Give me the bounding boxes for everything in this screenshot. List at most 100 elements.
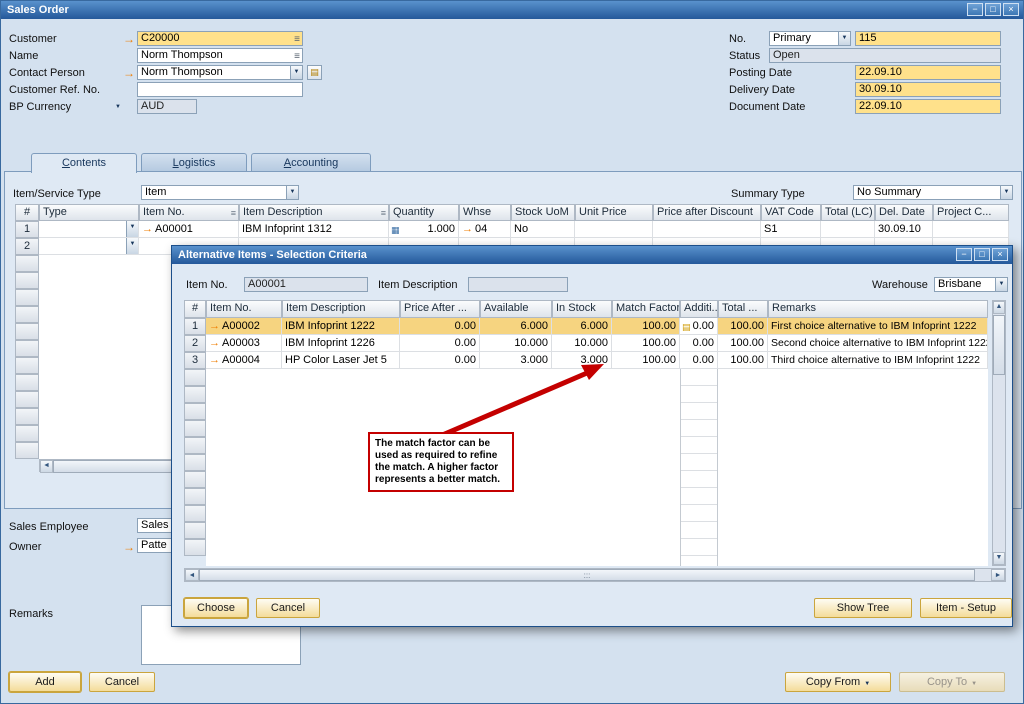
owner-link-arrow-icon[interactable]: → bbox=[123, 540, 136, 554]
whse-cell[interactable]: → 04 bbox=[459, 221, 511, 238]
item-description-cell[interactable]: IBM Infoprint 1312 bbox=[239, 221, 389, 238]
chevron-down-icon[interactable]: ▼ bbox=[126, 221, 138, 237]
dialog-v-scrollbar[interactable]: ▲ ▼ bbox=[992, 300, 1006, 566]
dialog-h-scrollbar[interactable]: ◄ ::: ► bbox=[184, 568, 1006, 582]
del-date-cell[interactable]: 30.09.10 bbox=[875, 221, 933, 238]
dialog-titlebar[interactable]: Alternative Items - Selection Criteria bbox=[172, 246, 1012, 264]
remarks-cell[interactable]: First choice alternative to IBM Infoprin… bbox=[768, 318, 988, 335]
empty-row-header[interactable] bbox=[184, 505, 206, 522]
link-arrow-icon[interactable]: → bbox=[209, 354, 220, 366]
empty-row-header[interactable] bbox=[15, 391, 39, 408]
empty-row-header[interactable] bbox=[15, 323, 39, 340]
scroll-left-icon[interactable]: ◄ bbox=[185, 569, 199, 581]
scroll-left-icon[interactable]: ◄ bbox=[40, 460, 53, 473]
choose-from-list-icon[interactable]: ≡ bbox=[294, 33, 300, 45]
document-date-input[interactable]: 22.09.10 bbox=[855, 99, 1001, 114]
scroll-right-icon[interactable]: ► bbox=[991, 569, 1005, 581]
empty-row-header[interactable] bbox=[15, 408, 39, 425]
match-factor-cell[interactable]: 100.00 bbox=[612, 318, 680, 335]
maximize-icon[interactable]: □ bbox=[985, 3, 1001, 16]
type-cell[interactable]: ▼ bbox=[39, 238, 139, 255]
bp-currency-dropdown-icon[interactable]: ▼ bbox=[115, 104, 121, 110]
customer-link-arrow-icon[interactable]: → bbox=[123, 32, 136, 46]
chevron-down-icon[interactable]: ▼ bbox=[126, 238, 138, 254]
in-stock-cell[interactable]: 10.000 bbox=[552, 335, 612, 352]
window-titlebar[interactable]: Sales Order bbox=[1, 1, 1023, 19]
item-description-cell[interactable]: IBM Infoprint 1222 bbox=[282, 318, 400, 335]
empty-row-header[interactable] bbox=[184, 522, 206, 539]
stock-uom-cell[interactable]: No bbox=[511, 221, 575, 238]
close-icon[interactable]: × bbox=[1003, 3, 1019, 16]
empty-row-header[interactable] bbox=[184, 437, 206, 454]
item-service-type-select[interactable]: Item ▼ bbox=[141, 185, 299, 200]
match-factor-cell[interactable]: 100.00 bbox=[612, 335, 680, 352]
item-no-cell[interactable]: → A00003 bbox=[206, 335, 282, 352]
total-cell[interactable]: 100.00 bbox=[718, 352, 768, 369]
quantity-grid-icon[interactable]: ▦ bbox=[391, 222, 400, 237]
tab-accounting[interactable]: Accounting bbox=[251, 153, 371, 172]
project-cell[interactable] bbox=[933, 221, 1009, 238]
chevron-down-icon[interactable]: ▼ bbox=[995, 278, 1007, 291]
tab-contents[interactable]: Contents bbox=[31, 153, 137, 173]
close-icon[interactable]: × bbox=[992, 248, 1008, 261]
additional-cell[interactable]: ▤ 0.00 bbox=[680, 318, 718, 335]
item-no-cell[interactable]: → A00002 bbox=[206, 318, 282, 335]
minimize-icon[interactable]: − bbox=[967, 3, 983, 16]
available-cell[interactable]: 3.000 bbox=[480, 352, 552, 369]
warehouse-select[interactable]: Brisbane ▼ bbox=[934, 277, 1008, 292]
remarks-cell[interactable]: Third choice alternative to IBM Infoprin… bbox=[768, 352, 988, 369]
empty-row-header[interactable] bbox=[184, 539, 206, 556]
delivery-date-input[interactable]: 30.09.10 bbox=[855, 82, 1001, 97]
vat-code-cell[interactable]: S1 bbox=[761, 221, 821, 238]
scrollbar-thumb[interactable]: ::: bbox=[199, 569, 975, 581]
unit-price-cell[interactable] bbox=[575, 221, 653, 238]
empty-row-header[interactable] bbox=[184, 403, 206, 420]
contact-link-arrow-icon[interactable]: → bbox=[123, 66, 136, 80]
copy-from-button[interactable]: Copy From ▼ bbox=[785, 672, 891, 692]
empty-row-header[interactable] bbox=[15, 425, 39, 442]
item-description-cell[interactable]: HP Color Laser Jet 5 bbox=[282, 352, 400, 369]
add-button[interactable]: Add bbox=[9, 672, 81, 692]
item-description-cell[interactable]: IBM Infoprint 1226 bbox=[282, 335, 400, 352]
maximize-icon[interactable]: □ bbox=[974, 248, 990, 261]
choose-from-list-icon[interactable]: ≡ bbox=[294, 50, 300, 62]
note-icon[interactable]: ▤ bbox=[682, 319, 691, 334]
chevron-down-icon[interactable]: ▼ bbox=[1000, 186, 1012, 199]
link-arrow-icon[interactable]: → bbox=[142, 223, 153, 235]
empty-row-header[interactable] bbox=[184, 386, 206, 403]
available-cell[interactable]: 10.000 bbox=[480, 335, 552, 352]
cancel-button[interactable]: Cancel bbox=[89, 672, 155, 692]
empty-row-header[interactable] bbox=[15, 442, 39, 459]
link-arrow-icon[interactable]: → bbox=[462, 223, 473, 235]
empty-row-header[interactable] bbox=[184, 454, 206, 471]
contact-details-icon[interactable]: ▤ bbox=[307, 65, 322, 80]
price-after-cell[interactable]: 0.00 bbox=[400, 335, 480, 352]
contact-person-select[interactable]: Norm Thompson ▼ bbox=[137, 65, 303, 80]
type-cell[interactable]: ▼ bbox=[39, 221, 139, 238]
doc-no-input[interactable]: 115 bbox=[855, 31, 1001, 46]
bp-currency-label[interactable]: BP Currency bbox=[9, 100, 71, 114]
price-after-discount-cell[interactable] bbox=[653, 221, 761, 238]
row-header[interactable]: 2 bbox=[184, 335, 206, 352]
empty-row-header[interactable] bbox=[15, 272, 39, 289]
total-lc-cell[interactable] bbox=[821, 221, 875, 238]
chevron-down-icon[interactable]: ▼ bbox=[290, 66, 302, 79]
minimize-icon[interactable]: − bbox=[956, 248, 972, 261]
summary-type-select[interactable]: No Summary ▼ bbox=[853, 185, 1013, 200]
link-arrow-icon[interactable]: → bbox=[209, 320, 220, 332]
in-stock-cell[interactable]: 6.000 bbox=[552, 318, 612, 335]
series-select[interactable]: Primary ▼ bbox=[769, 31, 851, 46]
customer-ref-input[interactable] bbox=[137, 82, 303, 97]
item-no-cell[interactable]: → A00004 bbox=[206, 352, 282, 369]
available-cell[interactable]: 6.000 bbox=[480, 318, 552, 335]
tab-logistics[interactable]: Logistics bbox=[141, 153, 247, 172]
item-setup-button[interactable]: Item - Setup bbox=[920, 598, 1012, 618]
empty-row-header[interactable] bbox=[15, 374, 39, 391]
empty-row-header[interactable] bbox=[15, 340, 39, 357]
row-header[interactable]: 2 bbox=[15, 238, 39, 255]
link-arrow-icon[interactable]: → bbox=[209, 337, 220, 349]
additional-cell[interactable]: 0.00 bbox=[680, 335, 718, 352]
quantity-cell[interactable]: ▦ 1.000 bbox=[389, 221, 459, 238]
total-cell[interactable]: 100.00 bbox=[718, 335, 768, 352]
chevron-down-icon[interactable]: ▼ bbox=[286, 186, 298, 199]
